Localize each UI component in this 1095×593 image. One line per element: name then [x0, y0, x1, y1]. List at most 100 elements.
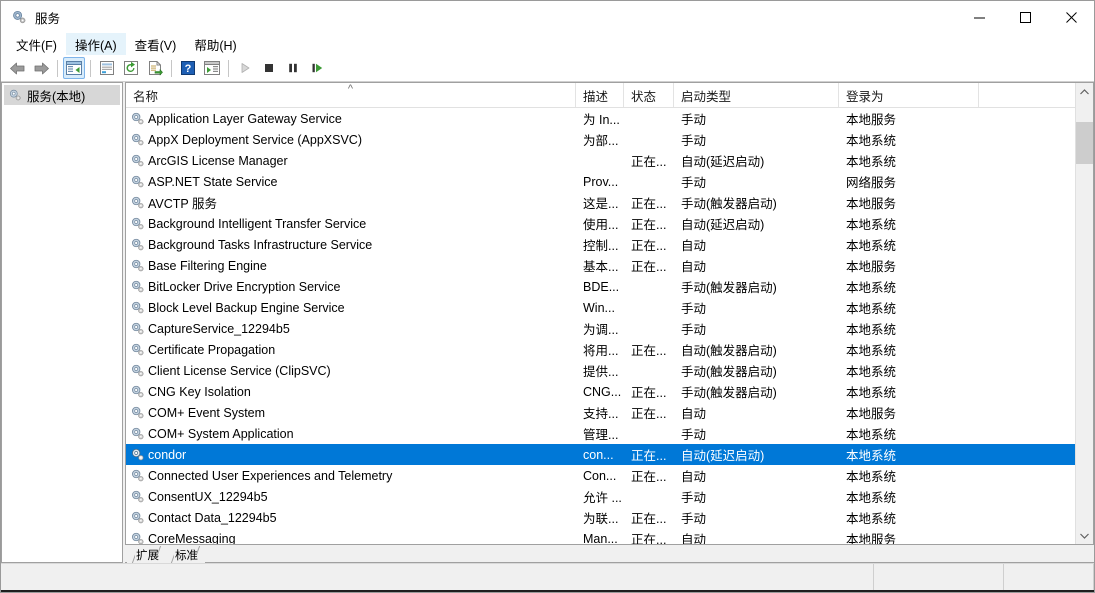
cell-name-text: Certificate Propagation	[148, 342, 276, 357]
service-row[interactable]: condor con... 正在... 自动(延迟启动) 本地系统	[126, 444, 1093, 465]
cell-startup: 手动	[674, 108, 839, 129]
cell-logon-text: 本地系统	[846, 449, 897, 463]
cell-name: COM+ Event System	[126, 402, 576, 423]
service-row[interactable]: Connected User Experiences and Telemetry…	[126, 465, 1093, 486]
service-gear-icon	[130, 258, 145, 273]
cell-startup-text: 手动	[681, 176, 707, 190]
service-row[interactable]: COM+ System Application 管理... 手动 本地系统	[126, 423, 1093, 444]
cell-status: 正在...	[624, 402, 674, 423]
cell-status: 正在...	[624, 444, 674, 465]
cell-logon: 本地系统	[839, 234, 979, 255]
cell-startup-text: 手动(触发器启动)	[681, 386, 777, 400]
cell-status-text: 正在...	[631, 449, 667, 463]
tab-extended[interactable]: 扩展	[127, 546, 166, 563]
toolbar-separator	[228, 59, 229, 77]
scrollbar-track[interactable]	[1076, 100, 1093, 527]
column-header-3[interactable]: 启动类型	[674, 83, 839, 107]
show-action-pane-icon[interactable]	[201, 57, 223, 79]
service-row[interactable]: ArcGIS License Manager 正在... 自动(延迟启动) 本地系统	[126, 150, 1093, 171]
column-header-1[interactable]: 描述	[576, 83, 624, 107]
cell-name-text: ArcGIS License Manager	[148, 153, 288, 168]
cell-status	[624, 129, 674, 150]
toolbar: ?	[1, 55, 1094, 82]
help-icon[interactable]: ?	[177, 57, 199, 79]
service-row[interactable]: BitLocker Drive Encryption Service BDE...…	[126, 276, 1093, 297]
menu-view[interactable]: 查看(V)	[126, 33, 186, 55]
service-row[interactable]: ASP.NET State Service Prov... 手动 网络服务	[126, 171, 1093, 192]
cell-desc-text: 管理...	[583, 428, 619, 442]
service-row[interactable]: CNG Key Isolation CNG... 正在... 手动(触发器启动) 本地系…	[126, 381, 1093, 402]
service-row[interactable]: Certificate Propagation 将用... 正在... 自动(触发器启…	[126, 339, 1093, 360]
show-hide-tree-pane-icon[interactable]	[63, 57, 85, 79]
service-gear-icon	[130, 237, 145, 252]
service-row[interactable]: AVCTP 服务 这是... 正在... 手动(触发器启动) 本地服务	[126, 192, 1093, 213]
service-gear-icon	[130, 216, 145, 231]
cell-name-text: Client License Service (ClipSVC)	[148, 363, 331, 378]
cell-startup: 自动(延迟启动)	[674, 444, 839, 465]
stop-service-icon[interactable]	[258, 57, 280, 79]
cell-desc-text: Prov...	[583, 174, 619, 189]
cell-logon-text: 本地系统	[846, 302, 897, 316]
tree-pane: 服务(本地)	[1, 82, 123, 563]
tab-standard-label: 标准	[175, 549, 198, 562]
menu-help[interactable]: 帮助(H)	[185, 33, 245, 55]
service-row[interactable]: Application Layer Gateway Service 为 In...…	[126, 108, 1093, 129]
minimize-button[interactable]	[956, 1, 1002, 33]
cell-startup: 手动	[674, 171, 839, 192]
cell-logon: 本地系统	[839, 129, 979, 150]
column-header-0[interactable]: 名称 ^	[126, 83, 576, 107]
scroll-down-arrow-icon[interactable]	[1076, 527, 1093, 544]
menu-action[interactable]: 操作(A)	[65, 33, 126, 55]
service-row[interactable]: Background Intelligent Transfer Service 使…	[126, 213, 1093, 234]
service-gear-icon	[130, 510, 145, 525]
cell-name-text: Contact Data_12294b5	[148, 510, 277, 525]
service-row[interactable]: ConsentUX_12294b5 允许 ... 手动 本地系统	[126, 486, 1093, 507]
service-row[interactable]: Contact Data_12294b5 为联... 正在... 手动 本地系统	[126, 507, 1093, 528]
properties-icon[interactable]	[96, 57, 118, 79]
forward-icon[interactable]	[30, 57, 52, 79]
tree-item-services-local[interactable]: 服务(本地)	[4, 85, 120, 105]
column-header-4[interactable]: 登录为	[839, 83, 979, 107]
cell-status-text: 正在...	[631, 260, 667, 274]
scroll-up-arrow-icon[interactable]	[1076, 83, 1093, 100]
column-header-2[interactable]: 状态	[624, 83, 674, 107]
cell-name: Base Filtering Engine	[126, 255, 576, 276]
service-gear-icon	[130, 174, 145, 189]
scrollbar-thumb[interactable]	[1076, 122, 1093, 164]
cell-name: ASP.NET State Service	[126, 171, 576, 192]
service-gear-icon	[130, 384, 145, 399]
cell-logon: 本地系统	[839, 276, 979, 297]
service-row[interactable]: Base Filtering Engine 基本... 正在... 自动 本地服务	[126, 255, 1093, 276]
export-list-icon[interactable]	[144, 57, 166, 79]
cell-desc-text: 为部...	[583, 134, 619, 148]
service-row[interactable]: Client License Service (ClipSVC) 提供... 手动(…	[126, 360, 1093, 381]
close-button[interactable]	[1048, 1, 1094, 33]
service-row[interactable]: AppX Deployment Service (AppXSVC) 为部... 手动…	[126, 129, 1093, 150]
service-row[interactable]: Block Level Backup Engine Service Win... 手…	[126, 297, 1093, 318]
tab-standard[interactable]: 标准	[166, 546, 205, 563]
vertical-scrollbar[interactable]	[1075, 83, 1093, 544]
cell-logon: 本地服务	[839, 108, 979, 129]
refresh-icon[interactable]	[120, 57, 142, 79]
pause-service-icon[interactable]	[282, 57, 304, 79]
menu-file[interactable]: 文件(F)	[7, 33, 66, 55]
cell-desc-text: 提供...	[583, 365, 619, 379]
cell-name: AVCTP 服务	[126, 192, 576, 213]
status-bar	[1, 563, 1094, 590]
maximize-button[interactable]	[1002, 1, 1048, 33]
service-row[interactable]: Background Tasks Infrastructure Service 控…	[126, 234, 1093, 255]
restart-service-icon[interactable]	[306, 57, 328, 79]
service-row[interactable]: COM+ Event System 支持... 正在... 自动 本地服务	[126, 402, 1093, 423]
cell-startup: 手动(触发器启动)	[674, 276, 839, 297]
cell-name: Certificate Propagation	[126, 339, 576, 360]
list-rows: Application Layer Gateway Service 为 In...…	[126, 108, 1093, 544]
cell-name: CNG Key Isolation	[126, 381, 576, 402]
service-row[interactable]: CaptureService_12294b5 为调... 手动 本地系统	[126, 318, 1093, 339]
cell-desc: Prov...	[576, 171, 624, 192]
cell-startup: 手动	[674, 507, 839, 528]
back-icon[interactable]	[6, 57, 28, 79]
service-row[interactable]: CoreMessaging Man... 正在... 自动 本地服务	[126, 528, 1093, 544]
start-service-icon[interactable]	[234, 57, 256, 79]
svg-text:?: ?	[185, 63, 192, 75]
cell-desc: 允许 ...	[576, 486, 624, 507]
